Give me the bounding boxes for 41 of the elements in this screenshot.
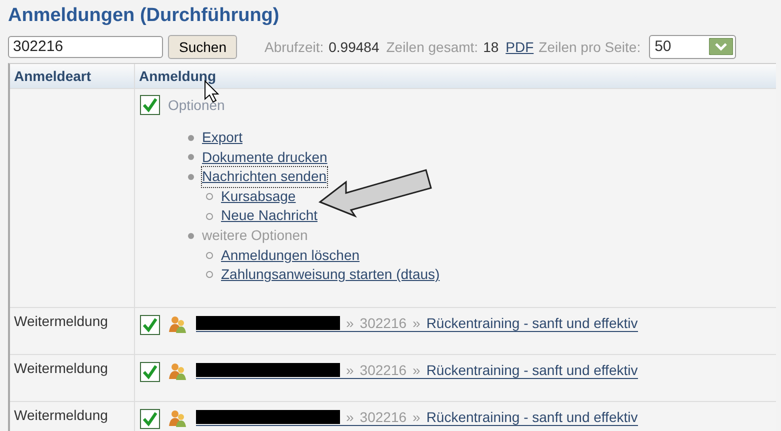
menu-group-label: weitere Optionen [202,226,308,245]
rows-per-page-label: Zeilen pro Seite: [538,38,641,54]
separator: » [412,408,420,425]
table-cell: Weitermeldung [10,402,135,431]
stat-label: Abrufzeit: [264,38,324,54]
table-cell: Weitermeldung [10,308,135,354]
course-link[interactable]: Rückentraining - sanft und effektiv [426,362,638,378]
menu-link[interactable]: Export [202,128,242,148]
separator: » [346,408,354,425]
submenu-link[interactable]: Kursabsage [221,186,296,206]
checkbox[interactable] [140,362,160,382]
pdf-link[interactable]: PDF [506,38,534,54]
separator: » [412,314,420,331]
rows-per-page-select[interactable]: 50 [648,34,736,58]
separator: » [346,314,354,331]
menu-link[interactable]: Nachrichten senden [202,167,327,187]
course-link[interactable]: Rückentraining - sanft und effektiv [426,408,638,425]
separator: » [412,362,420,378]
submenu-link[interactable]: Anmeldungen löschen [221,246,360,266]
people-icon [168,408,188,427]
options-label: Optionen [168,97,225,113]
column-header: Anmeldeart [10,64,135,88]
stat-value: 18 [483,38,499,54]
submenu-link[interactable]: Neue Nachricht [221,206,318,226]
course-link[interactable]: Rückentraining - sanft und effektiv [426,314,638,331]
page-title: Anmeldungen (Durchführung) [8,5,280,27]
column-header: Anmeldung [138,67,217,86]
search-button[interactable]: Suchen [168,34,238,58]
people-icon [168,362,188,380]
people-icon [168,314,188,333]
checkbox[interactable] [140,95,160,115]
stat-value: 0.99484 [328,38,380,54]
checkbox[interactable] [140,408,160,429]
dropdown-icon[interactable] [708,38,733,55]
checkbox[interactable] [140,314,160,335]
stat-label: Zeilen gesamt: [386,38,478,54]
table-cell: Weitermeldung [10,354,135,401]
menu-link[interactable]: Dokumente drucken [202,148,328,168]
separator: » [346,362,354,378]
search-field[interactable]: 302216 [8,36,163,58]
submenu-link[interactable]: Zahlungsanweisung starten (dtaus) [221,265,440,285]
